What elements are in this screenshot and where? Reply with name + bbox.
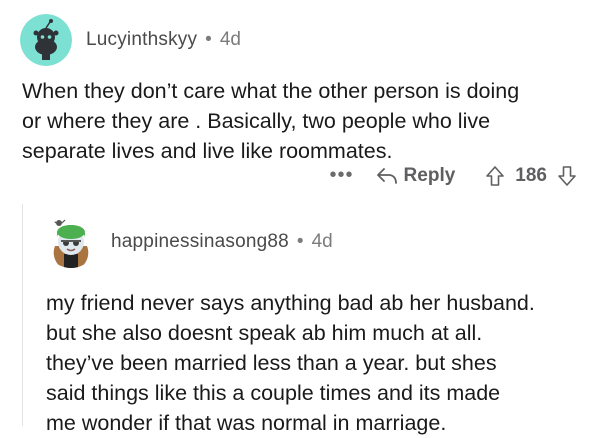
custom-avatar-icon[interactable] <box>45 216 97 268</box>
reply-icon <box>376 167 397 184</box>
separator-dot: • <box>205 29 212 50</box>
thread-line[interactable] <box>22 204 23 426</box>
comment-actions: ••• Reply 186 <box>330 164 577 187</box>
comment-line: my friend never says anything bad ab her… <box>46 291 535 315</box>
comment-body: my friend never says anything bad ab her… <box>46 288 535 438</box>
vote-controls: 186 <box>485 165 577 187</box>
comment-line: me wonder if that was normal in marriage… <box>46 411 447 435</box>
downvote-icon[interactable] <box>557 165 577 187</box>
comment-line: separate lives and live like roommates. <box>22 139 393 163</box>
comment-header: Lucyinthskyy • 4d <box>20 14 241 66</box>
comment-line: When they don’t care what the other pers… <box>22 79 520 103</box>
comment-body: When they don’t care what the other pers… <box>22 76 519 166</box>
comment-line: said things like this a couple times and… <box>46 381 501 405</box>
username[interactable]: Lucyinthskyy <box>86 29 197 51</box>
more-options-button[interactable]: ••• <box>330 164 354 187</box>
comment-line: but she also doesnt speak ab him much at… <box>46 321 483 345</box>
vote-count: 186 <box>515 164 547 186</box>
separator-dot: • <box>296 231 304 252</box>
snoo-avatar-icon[interactable] <box>20 14 72 66</box>
comment-age: 4d <box>311 231 333 252</box>
comment-line: or where they are . Basically, two peopl… <box>22 109 491 133</box>
upvote-icon[interactable] <box>485 165 505 187</box>
comment-age: 4d <box>219 29 241 50</box>
comment-line: they’ve been married less than a year. b… <box>46 351 497 375</box>
username[interactable]: happinessinasong88 <box>111 231 289 253</box>
comment-header: happinessinasong88 • 4d <box>45 216 333 268</box>
reply-button[interactable]: Reply <box>376 164 456 187</box>
reply-label: Reply <box>403 164 456 186</box>
